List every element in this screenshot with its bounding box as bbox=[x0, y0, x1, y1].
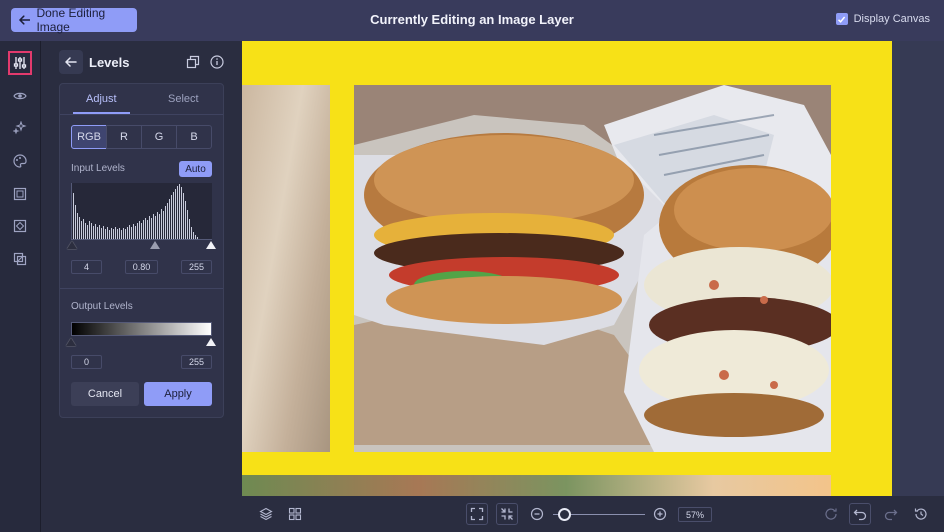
eye-icon bbox=[13, 92, 27, 100]
panel-back-button[interactable] bbox=[59, 50, 83, 74]
tab-adjust[interactable]: Adjust bbox=[86, 93, 117, 105]
canvas-area[interactable] bbox=[242, 41, 944, 496]
palette-icon bbox=[13, 154, 27, 168]
history-button[interactable] bbox=[912, 505, 930, 523]
input-levels-slider[interactable] bbox=[67, 241, 216, 253]
crop-frame-icon bbox=[13, 219, 27, 233]
color-tool-button[interactable] bbox=[8, 149, 32, 173]
display-canvas-checkbox[interactable] bbox=[835, 13, 848, 25]
sliders-icon bbox=[13, 57, 27, 69]
apply-button[interactable]: Apply bbox=[144, 382, 212, 406]
tool-rail bbox=[0, 41, 41, 532]
input-white-field[interactable]: 255 bbox=[181, 260, 212, 274]
arrow-left-icon bbox=[19, 15, 31, 25]
zoom-in-icon bbox=[653, 507, 667, 521]
channel-b-button[interactable]: B bbox=[176, 125, 212, 149]
white-point-handle[interactable] bbox=[206, 241, 216, 249]
redo-icon bbox=[884, 509, 898, 521]
divider bbox=[60, 288, 223, 289]
cancel-button[interactable]: Cancel bbox=[71, 382, 139, 406]
page-title: Currently Editing an Image Layer bbox=[370, 12, 574, 27]
undo-icon bbox=[853, 509, 867, 521]
reset-button[interactable] bbox=[822, 505, 840, 523]
channel-selector: RGB R G B bbox=[71, 125, 212, 149]
border-tool-button[interactable] bbox=[8, 214, 32, 238]
input-levels-label: Input Levels bbox=[71, 163, 125, 174]
black-point-handle[interactable] bbox=[67, 241, 77, 249]
expand-icon bbox=[470, 507, 484, 521]
zoom-in-button[interactable] bbox=[651, 505, 669, 523]
layers-icon bbox=[259, 507, 273, 521]
sparkles-icon bbox=[13, 121, 27, 135]
output-black-handle[interactable] bbox=[66, 338, 76, 346]
history-icon bbox=[914, 508, 927, 520]
bottom-toolbar: 57% bbox=[242, 496, 944, 532]
layers-button[interactable] bbox=[257, 505, 275, 523]
zoom-out-button[interactable] bbox=[528, 505, 546, 523]
input-black-field[interactable]: 4 bbox=[71, 260, 102, 274]
info-button[interactable] bbox=[209, 54, 225, 70]
actual-size-button[interactable] bbox=[496, 503, 518, 525]
refresh-icon bbox=[825, 508, 837, 520]
grid-button[interactable] bbox=[286, 505, 304, 523]
zoom-level[interactable]: 57% bbox=[678, 507, 712, 522]
frame-icon bbox=[13, 187, 27, 201]
effects-tool-button[interactable] bbox=[8, 116, 32, 140]
adjustments-tool-button[interactable] bbox=[8, 51, 32, 75]
fit-screen-button[interactable] bbox=[466, 503, 488, 525]
auto-button[interactable]: Auto bbox=[179, 161, 212, 177]
zoom-out-icon bbox=[530, 507, 544, 521]
output-levels-slider[interactable] bbox=[66, 338, 216, 350]
info-icon bbox=[210, 55, 224, 69]
channel-g-button[interactable]: G bbox=[141, 125, 177, 149]
output-white-handle[interactable] bbox=[206, 338, 216, 346]
frame-tool-button[interactable] bbox=[8, 182, 32, 206]
redo-button[interactable] bbox=[882, 505, 900, 523]
top-bar: Done Editing Image Currently Editing an … bbox=[0, 0, 944, 41]
divider bbox=[60, 114, 223, 115]
output-black-field[interactable]: 0 bbox=[71, 355, 102, 369]
display-canvas-label: Display Canvas bbox=[853, 13, 930, 25]
output-levels-gradient bbox=[71, 322, 212, 336]
burger-photo bbox=[354, 85, 831, 452]
blend-tool-button[interactable] bbox=[8, 247, 32, 271]
done-editing-label: Done Editing Image bbox=[36, 6, 106, 34]
zoom-slider-knob[interactable] bbox=[558, 508, 571, 521]
done-editing-button[interactable]: Done Editing Image bbox=[11, 6, 137, 34]
check-icon bbox=[838, 16, 846, 23]
histogram bbox=[71, 183, 212, 240]
output-white-field[interactable]: 255 bbox=[181, 355, 212, 369]
layers-blend-icon bbox=[13, 252, 27, 266]
arrow-left-icon bbox=[65, 57, 77, 67]
display-canvas-toggle[interactable]: Display Canvas bbox=[835, 13, 930, 25]
channel-r-button[interactable]: R bbox=[106, 125, 142, 149]
input-gamma-field[interactable]: 0.80 bbox=[125, 260, 158, 274]
image-layer-produce[interactable] bbox=[242, 475, 831, 496]
channel-rgb-button[interactable]: RGB bbox=[71, 125, 107, 149]
histogram-bars bbox=[73, 184, 198, 239]
duplicate-button[interactable] bbox=[185, 54, 201, 70]
undo-button[interactable] bbox=[849, 503, 871, 525]
image-layer-wall[interactable] bbox=[242, 85, 330, 452]
gamma-handle[interactable] bbox=[150, 241, 160, 249]
tab-select[interactable]: Select bbox=[168, 93, 199, 105]
visibility-tool-button[interactable] bbox=[8, 84, 32, 108]
panel-title: Levels bbox=[89, 55, 130, 70]
image-layer-burgers[interactable] bbox=[354, 85, 831, 452]
output-levels-label: Output Levels bbox=[71, 301, 133, 312]
copy-icon bbox=[186, 55, 200, 69]
grid-icon bbox=[288, 507, 302, 521]
compress-icon bbox=[501, 508, 513, 520]
levels-card: Adjust Select RGB R G B Input Levels Aut… bbox=[59, 83, 224, 418]
